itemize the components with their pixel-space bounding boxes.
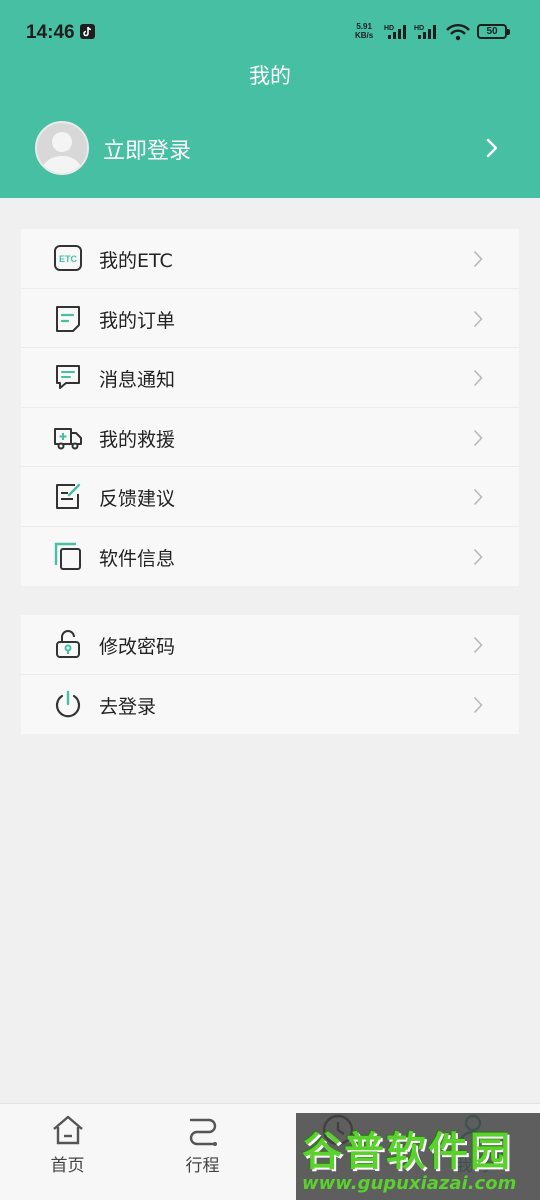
- profile-header: 14:46 5.91 KB/s HD HD 50 我的 立即登录: [0, 0, 540, 198]
- status-bar: 14:46 5.91 KB/s HD HD 50: [0, 0, 540, 64]
- menu-item-feedback[interactable]: 反馈建议: [21, 467, 519, 527]
- net-speed-value: 5.91: [356, 22, 372, 31]
- info-copy-icon: [54, 542, 81, 570]
- page-title: 我的: [249, 64, 291, 88]
- chevron-right-icon: [473, 548, 483, 565]
- chevron-right-icon: [473, 488, 483, 506]
- menu-item-rescue[interactable]: 我的救援: [21, 408, 519, 467]
- menu-item-messages[interactable]: 消息通知: [21, 348, 519, 408]
- menu-item-change-password[interactable]: 修改密码: [21, 615, 519, 675]
- message-icon: [56, 365, 80, 389]
- chevron-right-icon: [473, 369, 483, 387]
- menu-item-app-info[interactable]: 软件信息: [21, 527, 519, 587]
- tiktok-icon: [80, 24, 95, 39]
- chevron-right-icon: [473, 429, 483, 446]
- login-link[interactable]: 立即登录: [103, 133, 191, 165]
- net-speed: 5.91 KB/s: [355, 22, 373, 40]
- menu-group-main: ETC 我的ETC 我的订单 消息通知 我的救援 反馈建议 软件信息: [21, 229, 519, 586]
- wifi-icon: [446, 24, 470, 41]
- tab-label: 行程: [185, 1156, 220, 1176]
- etc-icon: ETC: [54, 245, 82, 271]
- menu-item-label: 反馈建议: [99, 488, 176, 510]
- signal-1-label: HD: [384, 25, 394, 32]
- svg-text:ETC: ETC: [59, 254, 78, 264]
- menu-item-label: 消息通知: [99, 369, 176, 391]
- status-time: 14:46: [26, 22, 75, 43]
- route-icon: [189, 1118, 217, 1146]
- menu-item-orders[interactable]: 我的订单: [21, 289, 519, 348]
- avatar[interactable]: [35, 121, 89, 175]
- menu-item-label: 我的ETC: [99, 250, 173, 272]
- watermark-url: www.gupuxiazai.com: [302, 1173, 517, 1194]
- tab-label: 首页: [50, 1156, 85, 1176]
- watermark-text: 谷普软件园: [302, 1129, 512, 1175]
- chevron-right-icon[interactable]: [486, 138, 498, 158]
- signal-1-icon: HD: [384, 25, 406, 39]
- chevron-right-icon: [473, 636, 483, 654]
- menu-item-label: 我的救援: [99, 428, 176, 451]
- menu-item-label: 去登录: [99, 695, 157, 718]
- menu-item-go-login[interactable]: 去登录: [21, 675, 519, 735]
- signal-2-label: HD: [414, 25, 424, 32]
- chevron-right-icon: [473, 250, 483, 268]
- chevron-right-icon: [473, 310, 483, 327]
- power-icon: [55, 690, 81, 717]
- home-icon: [52, 1115, 83, 1145]
- menu-item-label: 修改密码: [99, 636, 176, 658]
- menu-group-account: 修改密码 去登录: [21, 615, 519, 734]
- unlock-icon: [56, 630, 80, 658]
- tab-trips[interactable]: 行程: [135, 1104, 270, 1184]
- order-icon: [56, 305, 80, 332]
- feedback-icon: [56, 483, 81, 509]
- battery-indicator: 50: [477, 24, 510, 39]
- menu-item-label: 我的订单: [99, 309, 176, 332]
- default-avatar-icon: [41, 132, 83, 173]
- chevron-right-icon: [473, 696, 483, 713]
- signal-2-icon: HD: [414, 25, 436, 39]
- tab-home[interactable]: 首页: [0, 1104, 135, 1184]
- menu-item-etc[interactable]: ETC 我的ETC: [21, 229, 519, 289]
- watermark: 谷普软件园 www.gupuxiazai.com: [296, 1113, 540, 1200]
- net-speed-unit: KB/s: [355, 31, 374, 40]
- ambulance-icon: [54, 427, 82, 449]
- menu-item-label: 软件信息: [99, 547, 176, 570]
